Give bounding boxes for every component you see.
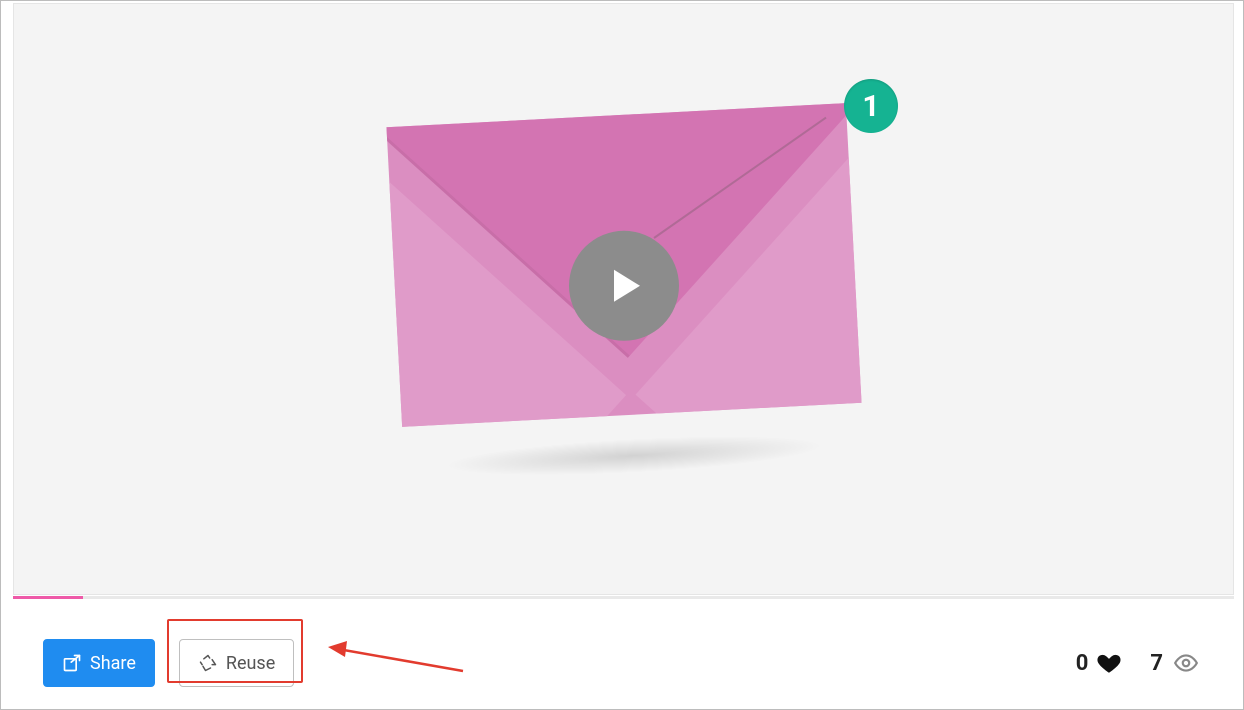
view-stat: 7 [1150,650,1201,676]
share-icon [62,653,82,673]
video-progress-fill [13,596,83,599]
view-count: 7 [1150,651,1163,676]
annotation-step-number: 1 [862,89,879,124]
like-count: 0 [1076,651,1089,676]
action-bar: Share Reuse 0 7 [1,607,1243,699]
app-frame: 1 Share Reuse [0,0,1244,710]
reuse-button-label: Reuse [226,653,275,674]
eye-icon [1171,650,1201,676]
like-stat[interactable]: 0 [1076,650,1123,676]
share-button-label: Share [90,653,136,674]
video-preview-panel: 1 [13,3,1234,595]
play-icon [602,264,646,308]
reuse-button[interactable]: Reuse [179,639,294,687]
share-button[interactable]: Share [43,639,155,687]
heart-icon [1096,650,1122,676]
play-button[interactable] [569,231,679,341]
stats-group: 0 7 [1076,650,1201,676]
video-progress-track[interactable] [13,596,1234,599]
recycle-icon [198,653,218,673]
annotation-step-badge: 1 [844,79,898,133]
